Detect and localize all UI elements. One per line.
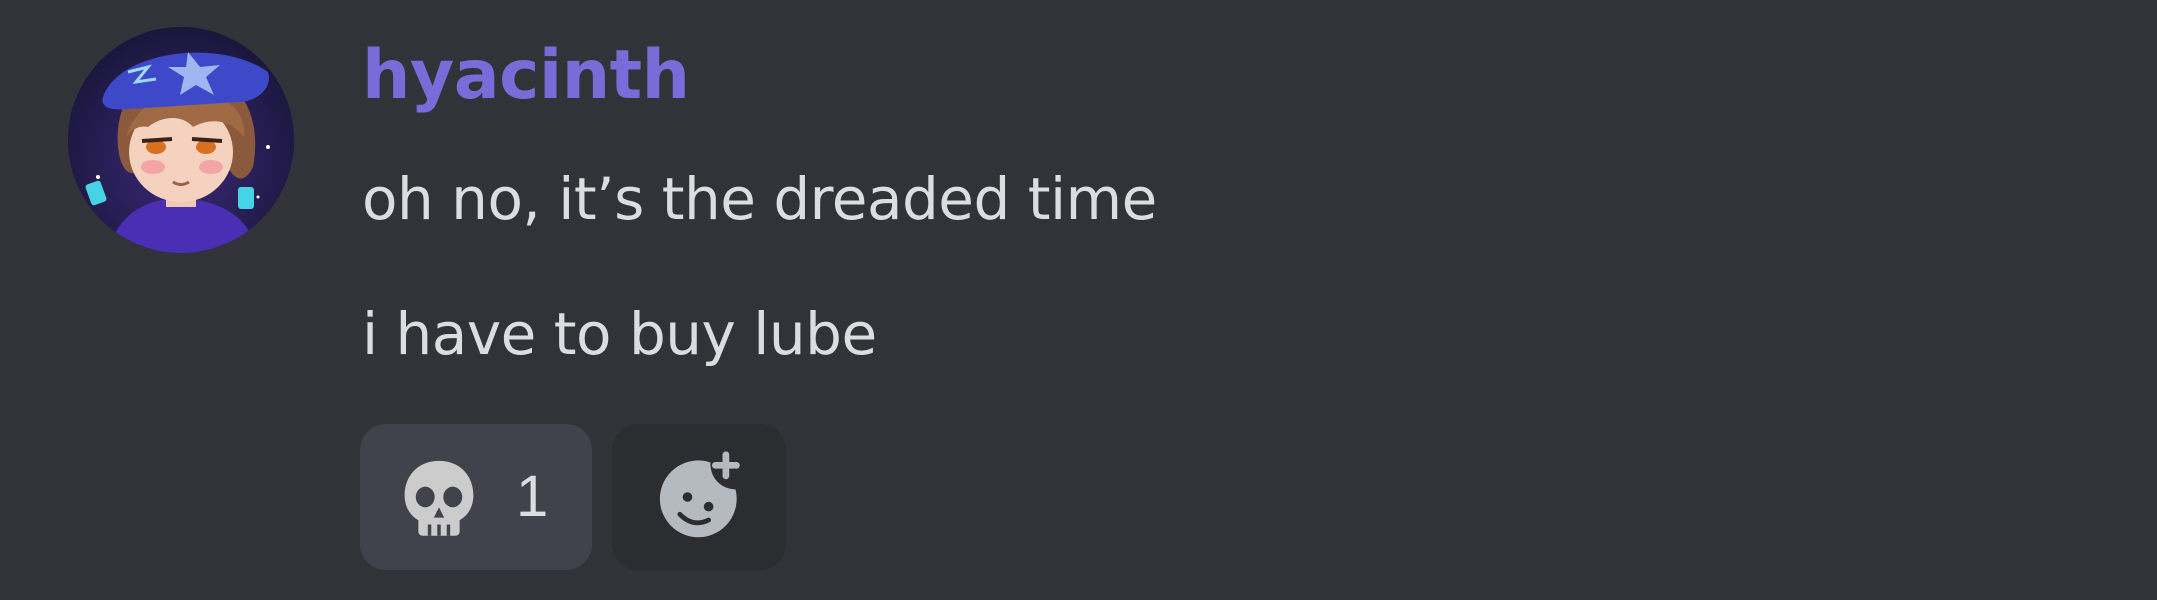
message-text-line: oh no, it’s the dreaded time [362,165,1157,233]
add-reaction-icon [659,451,740,538]
reaction-button[interactable]: 1 [360,424,592,570]
reaction-count: 1 [516,464,549,529]
avatar-image [68,27,294,253]
username[interactable]: hyacinth [362,42,690,110]
message-text-line: i have to buy lube [362,300,877,368]
chat-message: hyacinth oh no, it’s the dreaded time i … [0,0,2157,600]
avatar[interactable] [68,27,294,253]
add-reaction-button[interactable] [612,424,786,570]
skull-icon [404,460,474,536]
